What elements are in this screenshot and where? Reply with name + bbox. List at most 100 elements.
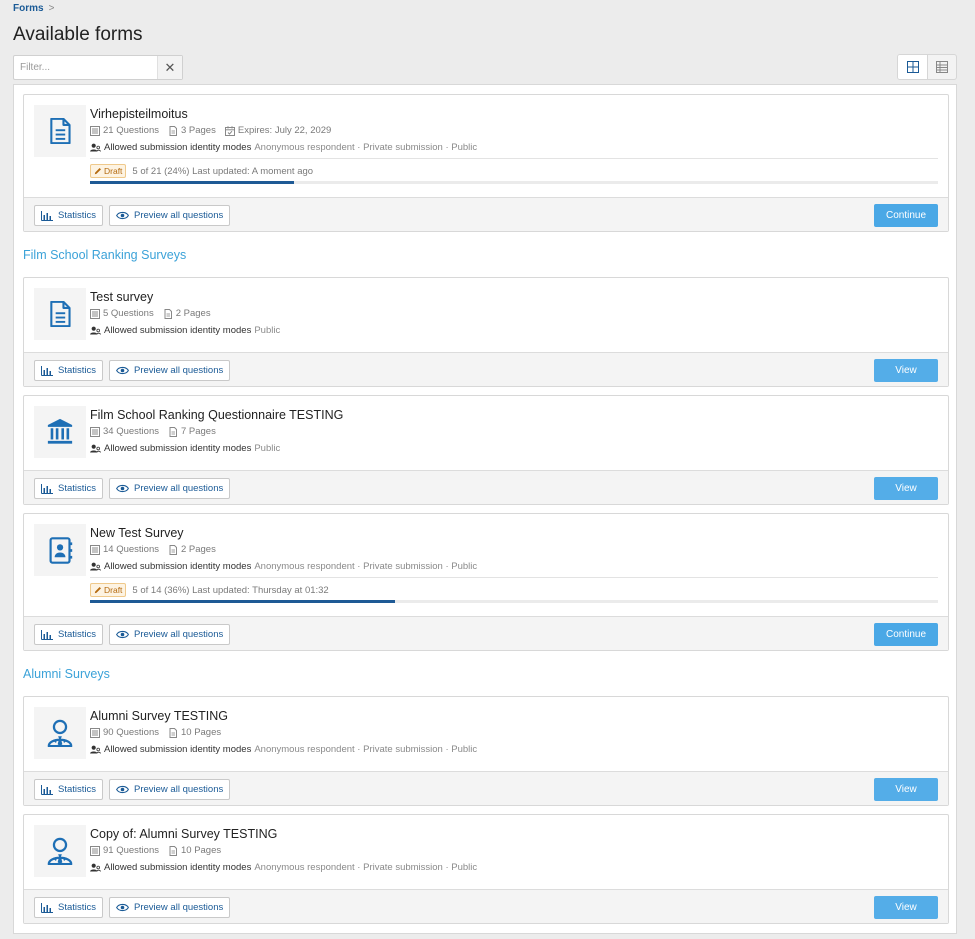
identity-modes-label: Allowed submission identity modes [104, 142, 252, 153]
list-view-button[interactable] [927, 55, 956, 79]
form-icon [34, 406, 86, 458]
question-count: 34 Questions [103, 426, 159, 437]
statistics-button[interactable]: Statistics [34, 897, 104, 918]
form-title[interactable]: Film School Ranking Questionnaire TESTIN… [90, 408, 343, 422]
view-button[interactable]: View [874, 778, 938, 801]
draft-status: Draft 5 of 21 (24%) Last updated: A mome… [90, 158, 938, 178]
preview-questions-button[interactable]: Preview all questions [109, 624, 231, 645]
preview-questions-button[interactable]: Preview all questions [109, 779, 231, 800]
statistics-button[interactable]: Statistics [34, 360, 104, 381]
questions-icon [90, 126, 100, 136]
contact-book-icon [47, 537, 74, 564]
questions-icon [90, 728, 100, 738]
form-icon [34, 707, 86, 759]
identity-modes: Allowed submission identity modes Anonym… [90, 744, 477, 755]
continue-button[interactable]: Continue [874, 623, 938, 646]
preview-questions-button[interactable]: Preview all questions [109, 897, 231, 918]
identity-modes-value: Anonymous respondent · Private submissio… [254, 744, 478, 755]
draft-badge-label: Draft [104, 166, 123, 176]
form-meta: 14 Questions 2 Pages [90, 544, 216, 555]
form-card-virhepisteilmoitus: Virhepisteilmoitus 21 Questions 3 Pages … [23, 94, 949, 232]
bar-chart-icon [41, 785, 53, 795]
grid-icon [906, 61, 919, 73]
view-button[interactable]: View [874, 477, 938, 500]
continue-button[interactable]: Continue [874, 204, 938, 227]
preview-label: Preview all questions [134, 210, 224, 221]
document-icon [47, 118, 73, 144]
eye-icon [116, 484, 129, 493]
filter-clear-button[interactable]: ✕ [157, 56, 182, 79]
identity-modes-value: Public [254, 443, 281, 454]
page-count: 10 Pages [180, 845, 222, 856]
statistics-label: Statistics [58, 784, 97, 795]
expiry-date: Expires: July 22, 2029 [237, 125, 332, 136]
statistics-button[interactable]: Statistics [34, 779, 104, 800]
view-button[interactable]: View [874, 896, 938, 919]
form-title[interactable]: Test survey [90, 290, 153, 304]
filter-input[interactable] [14, 56, 157, 79]
identity-modes-label: Allowed submission identity modes [104, 325, 252, 336]
eye-icon [116, 366, 129, 375]
users-icon [90, 143, 101, 152]
users-icon [90, 745, 101, 754]
questions-icon [90, 309, 100, 319]
form-meta: 90 Questions 10 Pages [90, 727, 221, 738]
identity-modes-value: Anonymous respondent · Private submissio… [254, 142, 478, 153]
preview-label: Preview all questions [134, 902, 224, 913]
questions-icon [90, 846, 100, 856]
card-footer: Statistics Preview all questions View [24, 352, 948, 386]
forms-list-panel: Virhepisteilmoitus 21 Questions 3 Pages … [13, 84, 957, 934]
page-count: 2 Pages [175, 308, 211, 319]
preview-questions-button[interactable]: Preview all questions [109, 205, 231, 226]
identity-modes-label: Allowed submission identity modes [104, 862, 252, 873]
calendar-icon [225, 126, 235, 136]
draft-badge: Draft [90, 164, 127, 178]
filter-box: ✕ [13, 55, 183, 80]
statistics-label: Statistics [58, 365, 97, 376]
form-title[interactable]: Virhepisteilmoitus [90, 107, 188, 121]
bar-chart-icon [41, 211, 53, 221]
eye-icon [116, 211, 129, 220]
institution-icon [46, 418, 74, 446]
identity-modes: Allowed submission identity modes Public [90, 325, 280, 336]
preview-questions-button[interactable]: Preview all questions [109, 360, 231, 381]
pencil-icon [94, 586, 102, 594]
pages-icon [163, 309, 173, 319]
pages-icon [168, 427, 178, 437]
form-card-test-survey: Test survey 5 Questions 2 Pages Allowed … [23, 277, 949, 387]
statistics-button[interactable]: Statistics [34, 624, 104, 645]
card-footer: Statistics Preview all questions View [24, 889, 948, 923]
bar-chart-icon [41, 630, 53, 640]
eye-icon [116, 785, 129, 794]
bar-chart-icon [41, 484, 53, 494]
form-card-new-test-survey: New Test Survey 14 Questions 2 Pages All… [23, 513, 949, 651]
form-icon [34, 524, 86, 576]
statistics-button[interactable]: Statistics [34, 205, 104, 226]
card-footer: Statistics Preview all questions View [24, 771, 948, 805]
page-count: 10 Pages [180, 727, 222, 738]
statistics-button[interactable]: Statistics [34, 478, 104, 499]
form-icon [34, 825, 86, 877]
eye-icon [116, 903, 129, 912]
view-toggle [897, 54, 957, 80]
view-button[interactable]: View [874, 359, 938, 382]
preview-questions-button[interactable]: Preview all questions [109, 478, 231, 499]
form-title[interactable]: New Test Survey [90, 526, 184, 540]
form-meta: 91 Questions 10 Pages [90, 845, 221, 856]
form-card-copy-alumni-survey: Copy of: Alumni Survey TESTING 91 Questi… [23, 814, 949, 924]
draft-status: Draft 5 of 14 (36%) Last updated: Thursd… [90, 577, 938, 597]
grid-view-button[interactable] [898, 55, 927, 79]
form-title[interactable]: Alumni Survey TESTING [90, 709, 228, 723]
section-title-alumni: Alumni Surveys [23, 667, 110, 681]
breadcrumb-forms-link[interactable]: Forms [13, 3, 44, 14]
user-tie-icon [46, 837, 74, 865]
card-footer: Statistics Preview all questions Continu… [24, 197, 948, 231]
users-icon [90, 863, 101, 872]
progress-bar [90, 600, 938, 603]
users-icon [90, 326, 101, 335]
form-title[interactable]: Copy of: Alumni Survey TESTING [90, 827, 277, 841]
statistics-label: Statistics [58, 902, 97, 913]
form-meta: 34 Questions 7 Pages [90, 426, 216, 437]
form-icon [34, 105, 86, 157]
statistics-label: Statistics [58, 629, 97, 640]
